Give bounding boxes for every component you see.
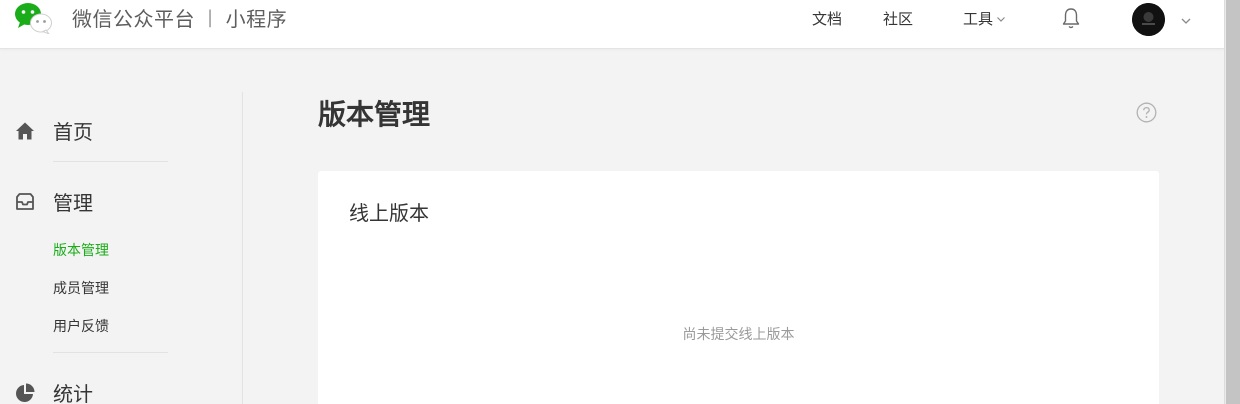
user-avatar[interactable] (1132, 3, 1165, 36)
home-icon (14, 120, 36, 142)
brand-platform-name: 微信公众平台 (72, 7, 195, 31)
nav-docs-link[interactable]: 文档 (812, 8, 842, 29)
brand-separator: | (207, 7, 214, 28)
sidebar-section-divider (53, 161, 168, 162)
sidebar (0, 50, 243, 404)
chevron-down-icon (997, 16, 1005, 22)
nav-tools-label: 工具 (963, 10, 994, 28)
sidebar-item-statistics[interactable]: 统计 (14, 378, 93, 404)
sidebar-divider-line (242, 92, 243, 404)
nav-community-link[interactable]: 社区 (883, 8, 913, 29)
sidebar-item-home-label: 首页 (53, 120, 93, 144)
page-title: 版本管理 (318, 98, 431, 131)
page-scrollbar[interactable] (1224, 0, 1240, 404)
sidebar-subitem-version-management[interactable]: 版本管理 (53, 240, 109, 260)
sidebar-section-divider (53, 352, 168, 353)
scrollbar-thumb[interactable] (1226, 0, 1240, 404)
sidebar-subitem-user-feedback[interactable]: 用户反馈 (53, 316, 109, 336)
sidebar-item-home[interactable]: 首页 (14, 116, 93, 145)
inbox-icon (14, 191, 36, 213)
empty-state-text: 尚未提交线上版本 (682, 327, 795, 343)
brand-product-name: 小程序 (225, 7, 288, 31)
sidebar-item-statistics-label: 统计 (53, 382, 93, 404)
nav-tools-dropdown[interactable]: 工具 (963, 8, 1006, 29)
top-header: 微信公众平台 | 小程序 文档 社区 工具 (0, 0, 1224, 49)
account-chevron-down-icon[interactable] (1180, 12, 1192, 31)
sidebar-subitem-member-management[interactable]: 成员管理 (53, 278, 109, 298)
sidebar-item-manage[interactable]: 管理 (14, 187, 93, 216)
wechat-logo-icon[interactable] (14, 2, 52, 36)
pie-chart-icon (14, 382, 36, 404)
help-icon[interactable] (1136, 102, 1157, 123)
brand-title[interactable]: 微信公众平台 | 小程序 (72, 3, 287, 32)
notification-bell-icon[interactable] (1061, 6, 1081, 34)
card-title: 线上版本 (349, 201, 429, 225)
sidebar-item-manage-label: 管理 (53, 191, 93, 215)
online-version-card: 线上版本 尚未提交线上版本 (318, 171, 1159, 404)
